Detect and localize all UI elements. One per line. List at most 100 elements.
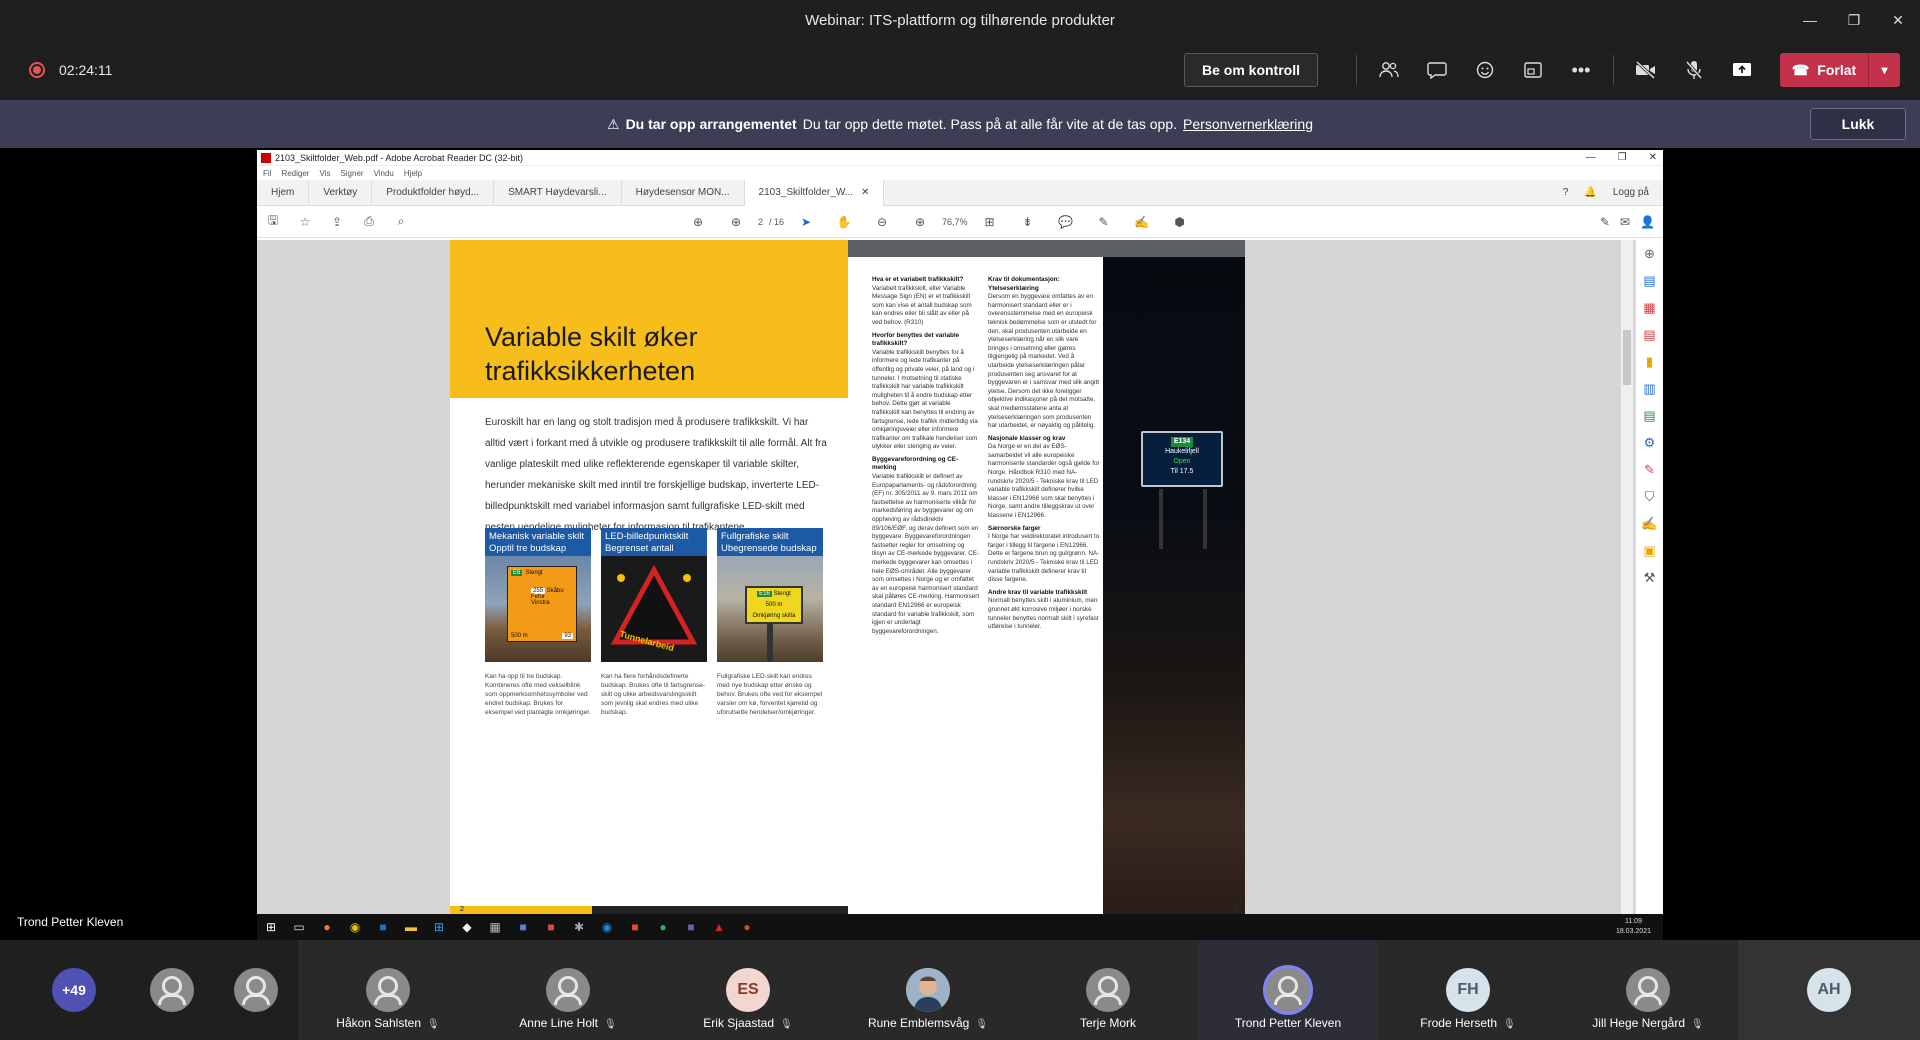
menu-edit[interactable]: Rediger [281, 169, 309, 178]
tab-doc-active[interactable]: 2103_Skiltfolder_W... ✕ [744, 179, 885, 206]
mail-icon[interactable]: ✉ [1620, 215, 1630, 229]
menu-help[interactable]: Hjelp [404, 169, 422, 178]
app-icon[interactable]: ◆ [453, 914, 481, 940]
spotify-icon[interactable]: ● [649, 914, 677, 940]
app-icon[interactable]: ■ [509, 914, 537, 940]
file-explorer-icon[interactable]: ▬ [397, 914, 425, 940]
organize-pages-icon[interactable]: ▦ [1643, 300, 1655, 316]
privacy-link[interactable]: Personvernerklæring [1183, 116, 1313, 132]
leave-main[interactable]: ☎ Forlat [1780, 62, 1868, 79]
teamviewer-icon[interactable]: ◉ [593, 914, 621, 940]
more-tools-icon[interactable]: ⚒ [1644, 570, 1656, 586]
zoom-out-icon[interactable]: ⊖ [866, 215, 898, 229]
login-link[interactable]: Logg på [1613, 187, 1649, 198]
chrome-icon[interactable]: ◉ [341, 914, 369, 940]
print-icon[interactable]: ⎙ [353, 214, 385, 229]
menu-window[interactable]: Vindu [374, 169, 394, 178]
participant-tile-speaking[interactable]: Trond Petter Kleven [1198, 940, 1378, 1040]
chat-icon[interactable] [1413, 52, 1461, 88]
leave-button[interactable]: ☎ Forlat ▾ [1780, 53, 1900, 87]
select-cursor-icon[interactable]: ➤ [790, 215, 822, 229]
request-control-button[interactable]: Be om kontroll [1184, 53, 1318, 87]
next-page-icon[interactable]: ⊕ [720, 215, 752, 229]
overflow-count-badge[interactable]: +49 [52, 968, 96, 1012]
participants-icon[interactable] [1365, 52, 1413, 88]
close-banner-button[interactable]: Lukk [1810, 108, 1906, 140]
menu-view[interactable]: Vis [319, 169, 330, 178]
app-icon[interactable]: ■ [621, 914, 649, 940]
pdf-viewer[interactable]: Variable skilt øker trafikksikkerheten E… [257, 240, 1663, 914]
help-icon[interactable]: ? [1563, 187, 1569, 198]
hand-icon[interactable]: ✋ [828, 215, 860, 229]
camera-off-icon[interactable] [1622, 52, 1670, 88]
compress-icon[interactable]: ⚙ [1644, 435, 1656, 451]
stamp-icon[interactable]: ⬢ [1164, 215, 1196, 229]
menu-file[interactable]: Fil [263, 169, 271, 178]
close-icon[interactable]: ✕ [1876, 0, 1920, 40]
windows-start-icon[interactable]: ⊞ [257, 914, 285, 940]
reactions-icon[interactable] [1461, 52, 1509, 88]
restore-icon[interactable]: ❐ [1618, 152, 1627, 163]
comment-icon[interactable]: 💬 [1050, 215, 1082, 229]
excel-icon[interactable]: ▤ [1643, 408, 1655, 424]
share-screen-icon[interactable] [1718, 52, 1766, 88]
participant-tile[interactable]: Anne Line Holt 🎙 [478, 940, 658, 1040]
search-icon[interactable]: ⌕ [385, 214, 417, 229]
comment-tool-icon[interactable]: ▮ [1646, 354, 1653, 370]
task-view-icon[interactable]: ▭ [285, 914, 313, 940]
page-number-input[interactable]: 2 [758, 217, 763, 227]
calculator-icon[interactable]: ▦ [481, 914, 509, 940]
participant-tile[interactable]: FH Frode Herseth 🎙 [1378, 940, 1558, 1040]
more-icon[interactable]: ••• [1557, 52, 1605, 88]
scrollbar-thumb[interactable] [1623, 330, 1631, 385]
rooms-icon[interactable] [1509, 52, 1557, 88]
mic-off-icon[interactable] [1670, 52, 1718, 88]
tab-doc-3[interactable]: Høydesensor MON... [622, 179, 745, 206]
store-icon[interactable]: ⊞ [425, 914, 453, 940]
scroll-mode-icon[interactable]: ⇟ [1012, 215, 1044, 229]
star-icon[interactable]: ☆ [289, 215, 321, 229]
tab-doc-1[interactable]: Produktfolder høyd... [372, 179, 495, 206]
protect-icon[interactable]: ⛉ [1645, 489, 1655, 505]
firefox-icon[interactable]: ● [313, 914, 341, 940]
fill-sign-icon[interactable]: ✎ [1644, 462, 1655, 478]
restore-icon[interactable]: ❐ [1832, 0, 1876, 40]
zoom-level[interactable]: 76,7% [942, 217, 968, 227]
participant-tile[interactable]: ES Erik Sjaastad 🎙 [658, 940, 838, 1040]
participant-tile[interactable]: Håkon Sahlsten 🎙 [298, 940, 478, 1040]
tab-home[interactable]: Hjem [257, 179, 310, 206]
teams-icon[interactable]: ■ [677, 914, 705, 940]
signature-icon[interactable]: ✍ [1641, 516, 1657, 532]
powerpoint-icon[interactable]: ● [733, 914, 761, 940]
edit-icon[interactable]: ✎ [1600, 215, 1610, 229]
save-icon[interactable]: 🖫 [257, 211, 289, 232]
tab-tools[interactable]: Verktøy [309, 179, 373, 206]
app-icon[interactable]: ■ [537, 914, 565, 940]
combine-icon[interactable]: ▥ [1643, 381, 1655, 397]
minimize-icon[interactable]: — [1586, 152, 1596, 163]
create-pdf-icon[interactable]: ▤ [1643, 273, 1655, 289]
close-icon[interactable]: ✕ [1649, 152, 1657, 163]
zoom-in-icon[interactable]: ⊕ [904, 215, 936, 229]
close-tab-icon[interactable]: ✕ [861, 187, 869, 198]
prev-page-icon[interactable]: ⊕ [682, 215, 714, 229]
participant-tile[interactable]: Jill Hege Nergård 🎙 [1558, 940, 1738, 1040]
tab-doc-2[interactable]: SMART Høydevarsli... [494, 179, 622, 206]
minimize-icon[interactable]: — [1788, 0, 1832, 40]
vertical-scrollbar[interactable] [1621, 240, 1633, 914]
bell-icon[interactable]: 🔔 [1584, 187, 1596, 198]
menu-sign[interactable]: Signer [340, 169, 363, 178]
participant-tile-self[interactable]: AH [1738, 940, 1920, 1040]
sign-icon[interactable]: ✍ [1126, 215, 1158, 229]
share-user-icon[interactable]: 👤 [1640, 215, 1655, 229]
stamp-tool-icon[interactable]: ▣ [1643, 543, 1655, 559]
acrobat-icon[interactable]: ▲ [705, 914, 733, 940]
highlight-icon[interactable]: ✎ [1088, 215, 1120, 229]
fit-page-icon[interactable]: ⊞ [974, 215, 1006, 229]
chevron-down-icon[interactable]: ▾ [1868, 53, 1900, 87]
zoom-tool-icon[interactable]: ⊕ [1644, 246, 1655, 262]
upload-icon[interactable]: ⇪ [321, 215, 353, 229]
participant-tile[interactable]: Rune Emblemsvåg 🎙 [838, 940, 1018, 1040]
participant-tile[interactable]: Terje Mork [1018, 940, 1198, 1040]
outlook-icon[interactable]: ■ [369, 914, 397, 940]
